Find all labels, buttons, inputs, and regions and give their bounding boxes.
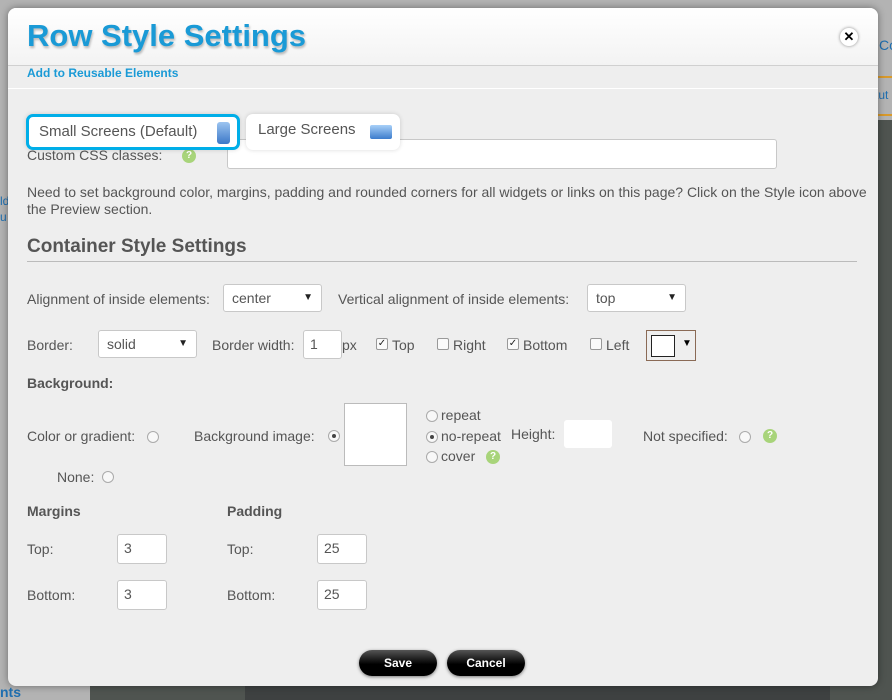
no-repeat-radio[interactable] — [426, 431, 438, 443]
margin-bottom-label: Bottom: — [27, 587, 76, 603]
background-label: Background: — [27, 375, 114, 391]
tab-label: Small Screens (Default) — [39, 123, 198, 140]
not-specified-label: Not specified: — [643, 428, 728, 444]
dropdown-arrow-icon: ▼ — [178, 338, 188, 349]
margin-bottom-input[interactable]: 3 — [117, 580, 167, 610]
add-to-reusable-link[interactable]: Add to Reusable Elements — [27, 66, 178, 80]
height-label: Height: — [511, 426, 556, 442]
bg-text: nts — [0, 684, 21, 700]
dropdown-arrow-icon: ▼ — [667, 292, 677, 303]
border-left-checkbox[interactable] — [590, 338, 602, 350]
no-repeat-label: no-repeat — [441, 428, 501, 444]
tab-small-screens[interactable]: Small Screens (Default) — [26, 114, 240, 150]
cover-label: cover — [441, 448, 476, 464]
monitor-icon — [370, 125, 392, 139]
vertical-alignment-select[interactable]: top ▼ — [587, 284, 686, 312]
repeat-radio[interactable] — [426, 410, 438, 422]
padding-bottom-input[interactable]: 25 — [317, 580, 367, 610]
checkbox-label: Left — [606, 337, 630, 353]
help-icon[interactable]: ? — [486, 450, 500, 464]
bg-accent-line — [878, 114, 892, 116]
alignment-select[interactable]: center ▼ — [223, 284, 322, 312]
save-button[interactable]: Save — [359, 650, 437, 676]
color-swatch — [651, 335, 675, 357]
color-gradient-radio[interactable] — [147, 431, 159, 443]
padding-title: Padding — [227, 503, 283, 519]
mobile-icon — [217, 122, 230, 144]
bg-accent-line — [878, 76, 892, 78]
dialog-header: Row Style Settings ✕ — [8, 8, 878, 66]
section-title: Container Style Settings — [27, 236, 857, 262]
background-image-label: Background image: — [194, 428, 315, 444]
color-gradient-label: Color or gradient: — [27, 428, 136, 444]
border-bottom-checkbox[interactable]: ✓ — [507, 338, 519, 350]
padding-bottom-label: Bottom: — [227, 587, 276, 603]
bg-text: u — [0, 210, 7, 224]
background-image-preview[interactable] — [344, 403, 407, 466]
padding-top-label: Top: — [227, 541, 254, 557]
page-background-panel — [245, 686, 830, 700]
border-right-checkbox[interactable] — [437, 338, 449, 350]
background-image-radio[interactable] — [328, 430, 340, 442]
repeat-label: repeat — [441, 407, 481, 423]
vertical-alignment-label: Vertical alignment of inside elements: — [338, 291, 570, 307]
select-value: top — [596, 290, 616, 306]
none-label: None: — [57, 469, 95, 485]
checkbox-label: Right — [453, 337, 486, 353]
alignment-label: Alignment of inside elements: — [27, 291, 210, 307]
bg-text: Co — [879, 37, 892, 53]
select-value: solid — [107, 336, 136, 352]
border-unit: px — [342, 337, 357, 353]
checkbox-label: Top — [392, 337, 415, 353]
select-value: center — [232, 290, 271, 306]
not-specified-radio[interactable] — [739, 431, 751, 443]
dropdown-arrow-icon: ▼ — [303, 292, 313, 303]
border-color-picker[interactable]: ▼ — [646, 330, 696, 361]
border-style-select[interactable]: solid ▼ — [98, 330, 197, 358]
close-icon[interactable]: ✕ — [840, 28, 858, 46]
dropdown-arrow-icon: ▼ — [682, 338, 692, 349]
row-style-dialog: Row Style Settings ✕ Add to Reusable Ele… — [8, 8, 878, 686]
help-icon[interactable]: ? — [763, 429, 777, 443]
none-radio[interactable] — [102, 471, 114, 483]
tab-label: Large Screens — [258, 121, 356, 138]
tab-large-screens[interactable]: Large Screens — [246, 114, 400, 150]
border-top-checkbox[interactable]: ✓ — [376, 338, 388, 350]
help-icon[interactable]: ? — [182, 149, 196, 163]
cancel-button[interactable]: Cancel — [447, 650, 525, 676]
margin-top-input[interactable]: 3 — [117, 534, 167, 564]
checkbox-label: Bottom — [523, 337, 568, 353]
border-width-input[interactable]: 1 — [303, 330, 342, 359]
height-input[interactable] — [564, 420, 612, 448]
hint-text: Need to set background color, margins, p… — [27, 184, 867, 217]
cover-radio[interactable] — [426, 451, 438, 463]
dialog-link-row: Add to Reusable Elements — [8, 66, 878, 89]
margin-top-label: Top: — [27, 541, 54, 557]
border-width-label: Border width: — [212, 337, 295, 353]
margins-title: Margins — [27, 503, 81, 519]
border-label: Border: — [27, 337, 73, 353]
padding-top-input[interactable]: 25 — [317, 534, 367, 564]
dialog-title: Row Style Settings — [27, 18, 307, 53]
